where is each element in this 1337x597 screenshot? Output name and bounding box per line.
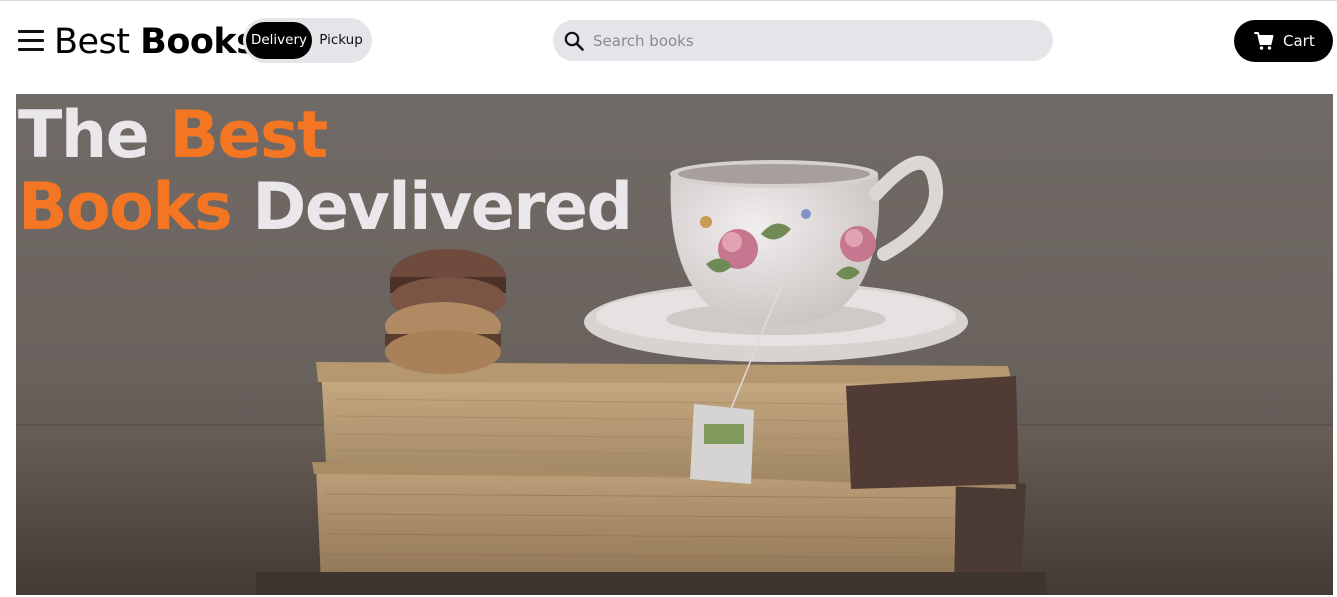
menu-bar <box>18 48 44 51</box>
hero-title: The Best Books Devlivered <box>18 98 633 245</box>
hero-title-word: Books <box>18 170 233 245</box>
cart-icon <box>1254 32 1274 50</box>
cart-button[interactable]: Cart <box>1234 20 1333 62</box>
logo-word-bold: Books <box>140 22 257 62</box>
delivery-button[interactable]: Delivery <box>246 22 312 59</box>
hero-title-word: Best <box>169 98 328 173</box>
hero-title-word: The <box>18 98 150 173</box>
menu-bar <box>18 39 44 42</box>
menu-bar <box>18 30 44 33</box>
hero-banner: The Best Books Devlivered <box>16 94 1333 595</box>
delivery-mode-toggle: Delivery Pickup <box>243 18 372 63</box>
search-icon[interactable] <box>563 30 585 52</box>
hamburger-menu-icon[interactable] <box>18 29 44 53</box>
logo-word-regular: Best <box>54 22 130 62</box>
hero-title-word: Devlivered <box>252 170 633 245</box>
search-input[interactable] <box>593 20 1043 61</box>
pickup-button[interactable]: Pickup <box>313 22 369 59</box>
site-logo[interactable]: Best Books <box>54 20 257 64</box>
cart-label: Cart <box>1283 32 1315 50</box>
search-bar <box>553 20 1053 61</box>
top-navbar: Best Books Delivery Pickup Cart <box>0 1 1337 81</box>
